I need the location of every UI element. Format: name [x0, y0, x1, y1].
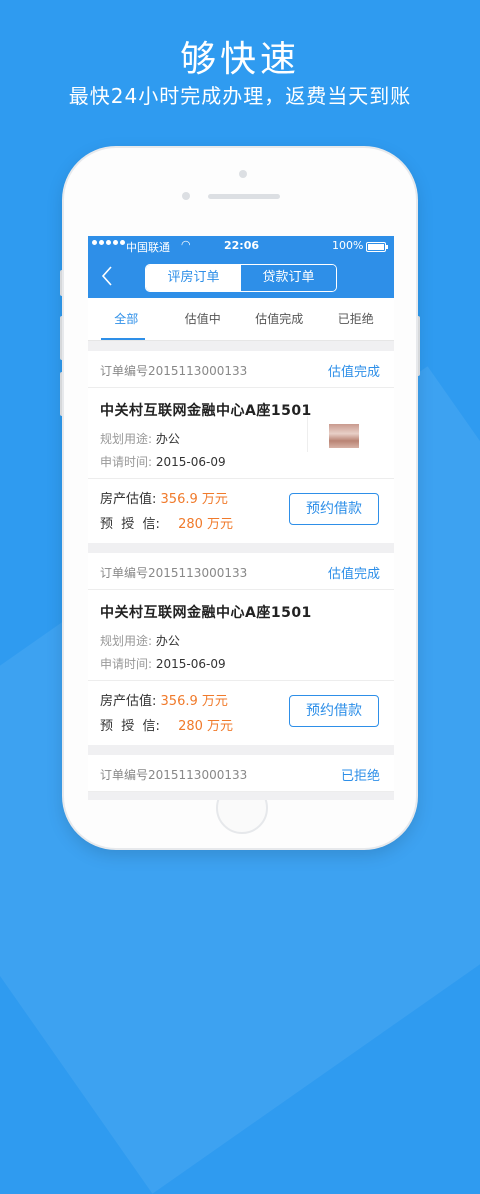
date-label: 申请时间:: [100, 657, 153, 671]
back-button[interactable]: [100, 265, 122, 289]
date-value: 2015-06-09: [155, 657, 226, 671]
valuation-row: 房产估值: 356.9 万元: [100, 488, 228, 507]
credit-amount: 280 万元: [178, 719, 234, 734]
credit-label: 预 授 信:: [100, 719, 160, 734]
order-type-switch: 评房订单 贷款订单: [145, 264, 337, 292]
valuation-label: 房产估值:: [100, 694, 157, 709]
order-card-body: 中关村互联网金融中心A座1501 规划用途: 办公 申请时间: 2015-06-…: [88, 388, 394, 479]
date-value: 2015-06-09: [155, 455, 226, 469]
order-card-header: 订单编号2015113000133 估值完成: [88, 351, 394, 388]
segment-loan-orders[interactable]: 贷款订单: [241, 265, 336, 291]
signal-icon: [92, 240, 125, 245]
order-status: 已拒绝: [340, 769, 380, 784]
usage-value: 办公: [155, 634, 180, 648]
usage-row: 规划用途: 办公: [100, 632, 180, 649]
battery-percent: 100%: [332, 239, 364, 252]
order-card[interactable]: 订单编号2015113000133 已拒绝: [88, 755, 394, 792]
order-number: 订单编号2015113000133: [100, 364, 248, 378]
usage-row: 规划用途: 办公: [100, 430, 180, 447]
segment-valuation-orders[interactable]: 评房订单: [146, 265, 241, 291]
wifi-icon: ◠: [181, 238, 191, 251]
nav-bar: 评房订单 贷款订单: [88, 257, 394, 298]
phone-speaker: [208, 194, 280, 199]
tab-all[interactable]: 全部: [88, 298, 165, 340]
valuation-label: 房产估值:: [100, 492, 157, 507]
credit-label: 预 授 信:: [100, 517, 160, 532]
battery-tip: [386, 245, 388, 249]
order-number: 订单编号2015113000133: [100, 566, 248, 580]
promo-title: 够快速: [179, 39, 300, 80]
credit-amount: 280 万元: [178, 517, 234, 532]
status-tabs: 全部 估值中 估值完成 已拒绝: [88, 298, 394, 341]
credit-row: 预 授 信: 280 万元: [100, 715, 233, 734]
property-name: 中关村互联网金融中心A座1501: [100, 605, 312, 621]
date-row: 申请时间: 2015-06-09: [100, 655, 226, 672]
app-screen: 中国联通 ◠ 22:06 100% 评房订单 贷款订单 全部 估值中 估值完成 …: [88, 236, 394, 800]
divider: [307, 416, 308, 452]
phone-sensor: [182, 192, 190, 200]
order-status: 估值完成: [327, 365, 380, 380]
order-card-footer: 房产估值: 356.9 万元 预 授 信: 280 万元 预约借款: [88, 681, 394, 745]
usage-label: 规划用途:: [100, 432, 153, 446]
credit-row: 预 授 信: 280 万元: [100, 513, 233, 532]
order-status: 估值完成: [327, 567, 380, 582]
order-card-footer: 房产估值: 356.9 万元 预 授 信: 280 万元 预约借款: [88, 479, 394, 543]
order-card-header: 订单编号2015113000133 估值完成: [88, 553, 394, 590]
date-row: 申请时间: 2015-06-09: [100, 453, 226, 470]
book-loan-button[interactable]: 预约借款: [289, 695, 379, 727]
tab-evaluating[interactable]: 估值中: [165, 298, 242, 340]
usage-value: 办公: [155, 432, 180, 446]
promo-subtitle: 最快24小时完成办理，返费当天到账: [68, 84, 412, 108]
valuation-amount: 356.9 万元: [160, 694, 228, 709]
book-loan-button[interactable]: 预约借款: [289, 493, 379, 525]
tab-rejected[interactable]: 已拒绝: [318, 298, 395, 340]
property-name: 中关村互联网金融中心A座1501: [100, 403, 312, 419]
order-card-header: 订单编号2015113000133 已拒绝: [88, 755, 394, 792]
status-time: 22:06: [224, 239, 260, 252]
order-number: 订单编号2015113000133: [100, 768, 248, 782]
battery-icon: [366, 242, 386, 252]
order-card-body: 中关村互联网金融中心A座1501 规划用途: 办公 申请时间: 2015-06-…: [88, 590, 394, 681]
phone-side-button: [416, 316, 420, 376]
order-card[interactable]: 订单编号2015113000133 估值完成 中关村互联网金融中心A座1501 …: [88, 553, 394, 745]
tab-indicator: [101, 338, 145, 340]
status-bar: 中国联通 ◠ 22:06 100%: [88, 236, 394, 257]
usage-label: 规划用途:: [100, 634, 153, 648]
order-card[interactable]: 订单编号2015113000133 估值完成 中关村互联网金融中心A座1501 …: [88, 351, 394, 543]
chevron-left-icon: [101, 266, 112, 286]
property-thumbnail: [329, 424, 359, 448]
valuation-row: 房产估值: 356.9 万元: [100, 690, 228, 709]
carrier-name: 中国联通: [126, 241, 170, 254]
phone-camera: [239, 170, 247, 178]
date-label: 申请时间:: [100, 455, 153, 469]
valuation-amount: 356.9 万元: [160, 492, 228, 507]
tab-evaluated[interactable]: 估值完成: [241, 298, 318, 340]
